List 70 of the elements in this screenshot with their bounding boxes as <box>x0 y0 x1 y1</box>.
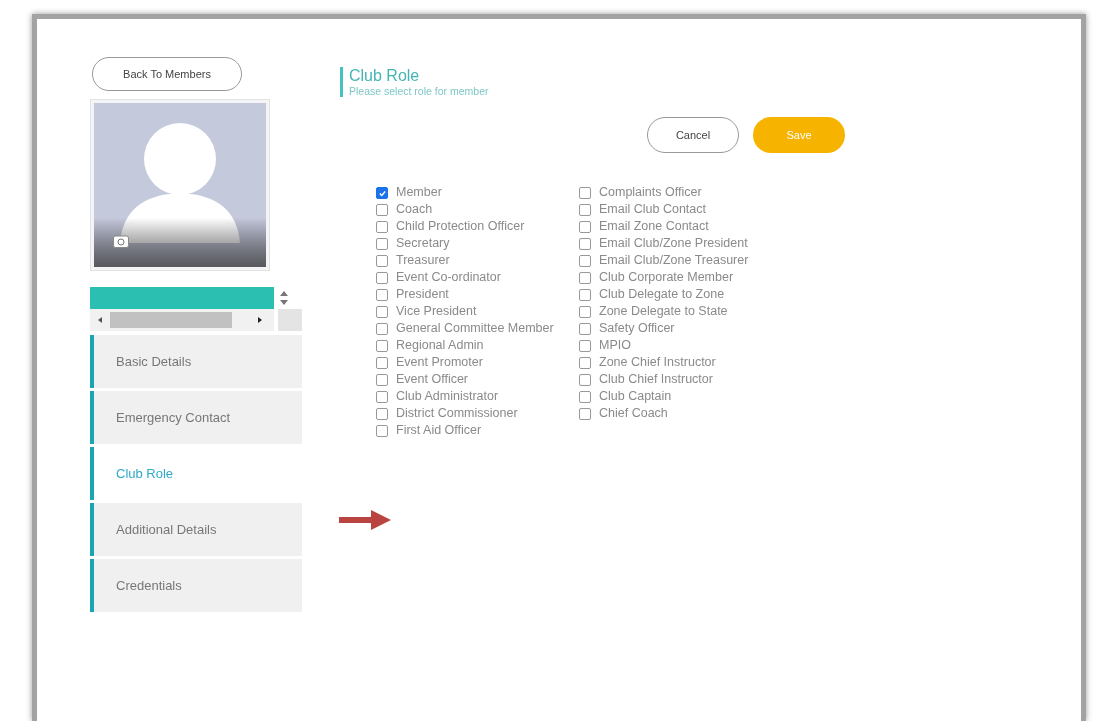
role-label: Regional Admin <box>396 338 484 353</box>
checkbox[interactable] <box>579 187 591 199</box>
checkbox[interactable] <box>579 289 591 301</box>
checkbox[interactable] <box>376 340 388 352</box>
role-label: Chief Coach <box>599 406 668 421</box>
checkbox[interactable] <box>376 204 388 216</box>
checkbox[interactable] <box>579 357 591 369</box>
checkbox[interactable] <box>579 306 591 318</box>
checkbox[interactable] <box>376 238 388 250</box>
checkbox[interactable] <box>579 408 591 420</box>
role-label: Zone Chief Instructor <box>599 355 716 370</box>
cancel-button[interactable]: Cancel <box>647 117 739 153</box>
role-label: General Committee Member <box>396 321 554 336</box>
sidebar-tab[interactable]: Emergency Contact <box>90 391 302 444</box>
section-subtitle: Please select role for member <box>349 85 490 97</box>
checkbox[interactable] <box>376 187 388 199</box>
camera-icon[interactable] <box>113 234 129 248</box>
checkbox[interactable] <box>376 374 388 386</box>
checkbox[interactable] <box>376 323 388 335</box>
scrollbar-corner <box>278 309 302 331</box>
role-label: Event Officer <box>396 372 469 387</box>
role-label: Club Chief Instructor <box>599 372 713 387</box>
sidebar-tab[interactable]: Additional Details <box>90 503 302 556</box>
horizontal-scrollbar[interactable] <box>90 309 274 331</box>
role-label: President <box>396 287 449 302</box>
role-label: Coach <box>396 202 433 217</box>
checkbox[interactable] <box>376 306 388 318</box>
role-label: Email Club Contact <box>599 202 706 217</box>
role-label: Event Co-ordinator <box>396 270 501 285</box>
checkbox[interactable] <box>376 425 388 437</box>
role-label: Child Protection Officer <box>396 219 525 234</box>
arrow-icon <box>339 509 391 531</box>
sidebar-tab[interactable]: Basic Details <box>90 335 302 388</box>
role-label: Club Corporate Member <box>599 270 734 285</box>
back-button[interactable]: Back To Members <box>92 57 242 91</box>
role-label: Email Club/Zone Treasurer <box>599 253 749 268</box>
checkbox[interactable] <box>376 221 388 233</box>
checkbox[interactable] <box>376 289 388 301</box>
checkbox[interactable] <box>376 391 388 403</box>
role-label: First Aid Officer <box>396 423 482 438</box>
checkbox[interactable] <box>376 255 388 267</box>
role-label: Event Promoter <box>396 355 483 370</box>
role-label: Treasurer <box>396 253 450 268</box>
role-label: Club Delegate to Zone <box>599 287 725 302</box>
checkbox[interactable] <box>579 255 591 267</box>
checkbox[interactable] <box>376 357 388 369</box>
role-label: Club Captain <box>599 389 672 404</box>
role-label: Secretary <box>396 236 450 251</box>
role-label: Email Zone Contact <box>599 219 709 234</box>
checkbox[interactable] <box>579 340 591 352</box>
checkbox[interactable] <box>579 221 591 233</box>
role-label: Safety Officer <box>599 321 675 336</box>
checkbox[interactable] <box>579 391 591 403</box>
sidebar-tab[interactable]: Credentials <box>90 559 302 612</box>
role-label: Zone Delegate to State <box>599 304 728 319</box>
checkbox[interactable] <box>579 204 591 216</box>
section-title: Club Role <box>349 67 421 85</box>
checkbox[interactable] <box>579 374 591 386</box>
checkbox[interactable] <box>579 272 591 284</box>
role-label: Club Administrator <box>396 389 499 404</box>
checkbox[interactable] <box>579 238 591 250</box>
checkbox[interactable] <box>579 323 591 335</box>
role-label: Member <box>396 185 442 200</box>
role-label: District Commissioner <box>396 406 518 421</box>
role-label: MPIO <box>599 338 631 353</box>
role-label: Vice President <box>396 304 477 319</box>
role-label: Complaints Officer <box>599 185 702 200</box>
checkbox[interactable] <box>376 272 388 284</box>
role-label: Email Club/Zone President <box>599 236 748 251</box>
checkbox[interactable] <box>376 408 388 420</box>
